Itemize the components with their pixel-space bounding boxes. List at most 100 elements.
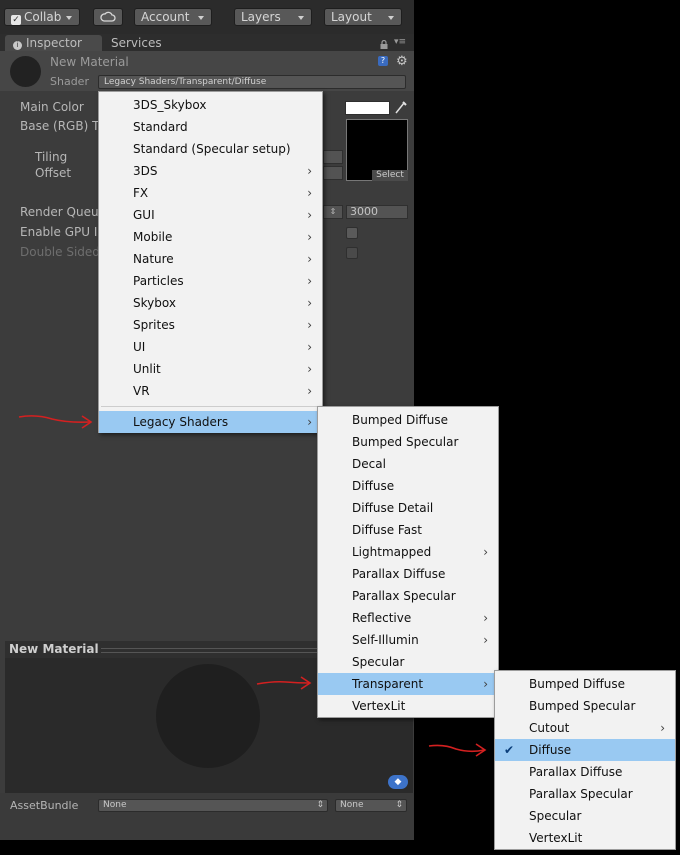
gpu-instancing-checkbox[interactable] [346,227,358,239]
shader-dropdown[interactable]: Legacy Shaders/Transparent/Diffuse [98,75,406,89]
menu-item-vertexlit[interactable]: VertexLit [318,695,498,717]
menu-item-reflective[interactable]: Reflective › [318,607,498,629]
menu-item-label: 3DS_Skybox [133,98,207,112]
chevron-right-icon: › [307,415,312,429]
preview-drag-handle[interactable] [101,648,317,653]
layers-dropdown[interactable]: Layers [234,8,312,26]
cloud-button[interactable] [93,8,123,26]
offset-field[interactable] [323,166,343,180]
render-queue-field[interactable]: 3000 [346,205,408,219]
preview-sphere [156,664,260,768]
menu-item-label: Diffuse Fast [352,523,423,537]
menu-item-bumped-diffuse[interactable]: Bumped Diffuse [495,673,675,695]
chevron-right-icon: › [307,274,312,288]
menu-item-3ds-skybox[interactable]: 3DS_Skybox [99,94,322,116]
menu-item-parallax-specular[interactable]: Parallax Specular [495,783,675,805]
tab-services[interactable]: Services [111,35,162,51]
menu-item-label: Parallax Specular [529,787,633,801]
menu-item-bumped-specular[interactable]: Bumped Specular [318,431,498,453]
menu-item-label: Unlit [133,362,161,376]
menu-item-label: Diffuse [529,743,572,757]
menu-item-skybox[interactable]: Skybox › [99,292,322,314]
menu-item-mobile[interactable]: Mobile › [99,226,322,248]
texture-select-button[interactable]: Select [372,170,408,181]
chevron-right-icon: › [307,164,312,178]
render-queue-dropdown[interactable]: ⇕ [323,205,343,219]
menu-item-lightmapped[interactable]: Lightmapped › [318,541,498,563]
chevron-right-icon: › [307,384,312,398]
menu-item-label: 3DS [133,164,158,178]
menu-item-3ds[interactable]: 3DS › [99,160,322,182]
menu-item-self-illumin[interactable]: Self-Illumin › [318,629,498,651]
menu-item-specular[interactable]: Specular [318,651,498,673]
chevron-right-icon: › [483,677,488,691]
menu-item-specular[interactable]: Specular [495,805,675,827]
menu-item-label: Bumped Specular [529,699,636,713]
menu-item-parallax-diffuse[interactable]: Parallax Diffuse [318,563,498,585]
menu-item-diffuse-fast[interactable]: Diffuse Fast [318,519,498,541]
menu-item-label: Standard (Specular setup) [133,142,291,156]
double-sided-checkbox[interactable] [346,247,358,259]
chevron-right-icon: › [307,318,312,332]
assetbundle-variant-dropdown[interactable]: None ⇕ [335,799,407,812]
menu-item-standard[interactable]: Standard [99,116,322,138]
menu-item-nature[interactable]: Nature › [99,248,322,270]
menu-item-label: Decal [352,457,386,471]
menu-item-diffuse[interactable]: ✔ Diffuse [495,739,675,761]
assetbundle-name-dropdown[interactable]: None ⇕ [98,799,328,812]
layers-label: Layers [241,10,281,24]
menu-item-parallax-specular[interactable]: Parallax Specular [318,585,498,607]
tab-inspector[interactable]: i Inspector [5,35,102,51]
double-sided-label: Double Sided [20,245,100,259]
material-thumbnail [10,56,41,87]
menu-item-standard-specular-setup[interactable]: Standard (Specular setup) [99,138,322,160]
menu-item-bumped-specular[interactable]: Bumped Specular [495,695,675,717]
eyedropper-icon[interactable] [394,99,408,115]
annotation-arrow-1 [18,415,93,429]
menu-item-label: Specular [529,809,582,823]
menu-item-vertexlit[interactable]: VertexLit [495,827,675,849]
chevron-down-icon [198,16,204,20]
menu-item-label: Standard [133,120,188,134]
chevron-right-icon: › [660,721,665,735]
main-color-swatch[interactable] [345,101,390,115]
menu-item-label: Nature [133,252,174,266]
menu-item-label: UI [133,340,146,354]
material-name: New Material [50,55,129,69]
menu-item-vr[interactable]: VR › [99,380,322,402]
menu-item-label: Parallax Diffuse [352,567,446,581]
lock-icon[interactable] [380,38,388,49]
panel-menu-icon[interactable]: ▾≡ [394,37,406,47]
menu-item-legacy-shaders[interactable]: Legacy Shaders › [99,411,322,433]
tiling-field[interactable] [323,150,343,164]
render-queue-label: Render Queue [20,205,106,219]
menu-item-bumped-diffuse[interactable]: Bumped Diffuse [318,409,498,431]
layout-dropdown[interactable]: Layout [324,8,402,26]
shader-value: Legacy Shaders/Transparent/Diffuse [104,77,267,87]
account-label: Account [141,10,190,24]
preview-title: New Material [9,642,99,656]
gear-icon[interactable]: ⚙ [396,54,408,69]
menu-item-label: Reflective [352,611,412,625]
menu-item-label: Cutout [529,721,570,735]
check-icon: ✓ [11,15,21,25]
menu-item-transparent[interactable]: Transparent › [318,673,498,695]
menu-item-label: Legacy Shaders [133,415,229,429]
menu-item-diffuse-detail[interactable]: Diffuse Detail [318,497,498,519]
transparent-submenu: Bumped Diffuse Bumped Specular Cutout › ✔ Dif… [494,670,676,850]
menu-item-decal[interactable]: Decal [318,453,498,475]
menu-item-unlit[interactable]: Unlit › [99,358,322,380]
menu-item-diffuse[interactable]: Diffuse [318,475,498,497]
shader-menu: 3DS_Skybox Standard Standard (Specular set… [98,91,323,433]
account-dropdown[interactable]: Account [134,8,212,26]
menu-item-gui[interactable]: GUI › [99,204,322,226]
menu-item-ui[interactable]: UI › [99,336,322,358]
help-icon[interactable]: ? [378,56,388,66]
collab-button[interactable]: ✓ Collab [4,8,80,26]
menu-item-fx[interactable]: FX › [99,182,322,204]
menu-item-cutout[interactable]: Cutout › [495,717,675,739]
menu-item-sprites[interactable]: Sprites › [99,314,322,336]
menu-item-particles[interactable]: Particles › [99,270,322,292]
menu-item-parallax-diffuse[interactable]: Parallax Diffuse [495,761,675,783]
tag-icon[interactable]: ◆ [388,775,408,789]
